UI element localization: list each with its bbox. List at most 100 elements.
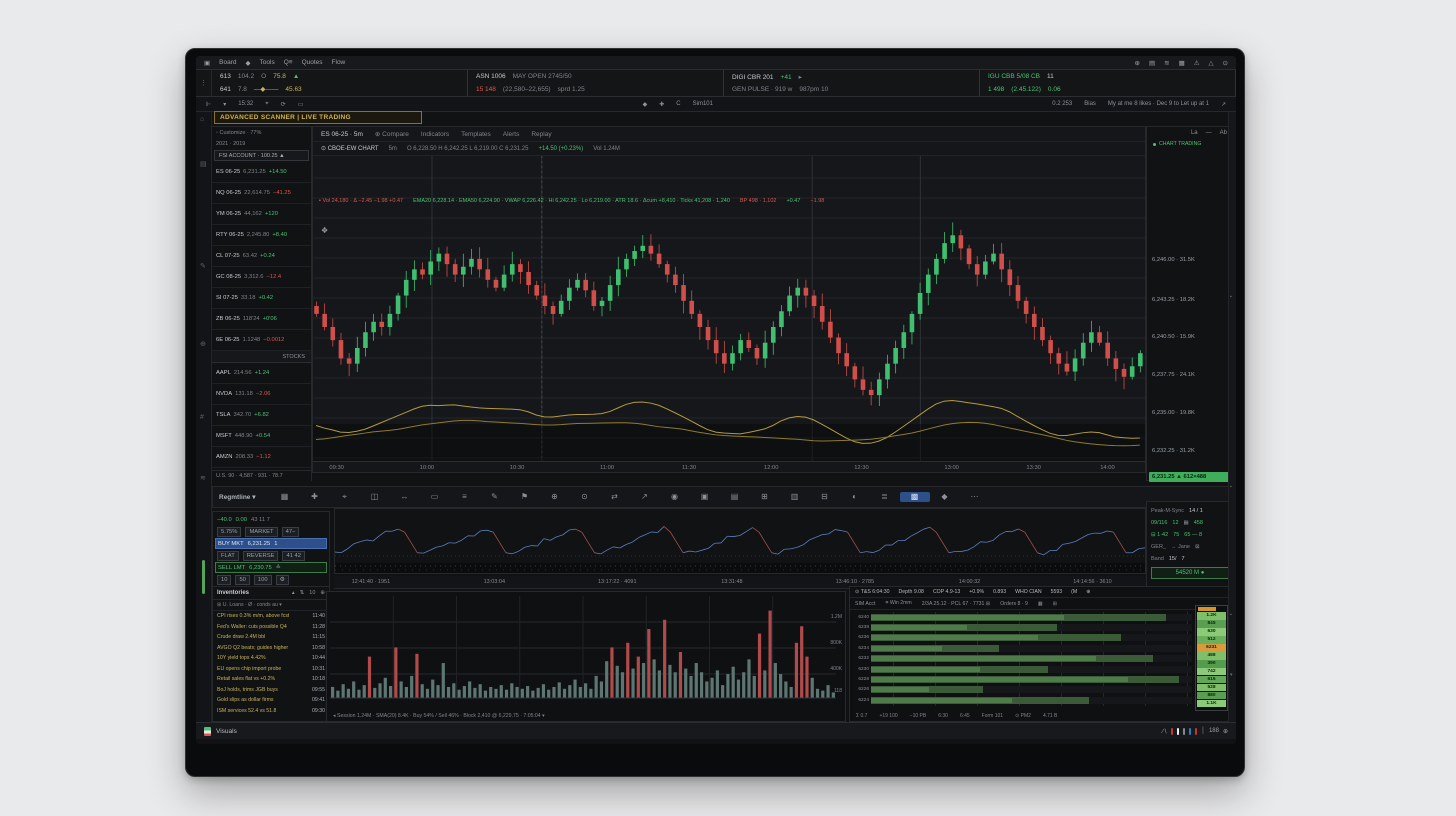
news-tool-icon[interactable]: ▴: [292, 590, 295, 596]
alerts-icon[interactable]: ⚠: [1194, 59, 1200, 67]
watchlist-row[interactable]: ZB 06-25118'24+0'06: [212, 309, 311, 330]
order-row[interactable]: 10 50 100 ⚙: [215, 574, 327, 585]
quote-list-icon[interactable]: Q≡: [284, 59, 293, 66]
dom-ladder[interactable]: 1.2K84563051262314883907426155288801.1K: [1195, 605, 1228, 711]
watchlist-column-header[interactable]: FSI ACCOUNT · 100.25 ▲: [214, 150, 309, 161]
order-value[interactable]: REVERSE: [243, 551, 279, 561]
toolbar-icon-17[interactable]: ▥: [780, 492, 810, 502]
depth-header-item[interactable]: 0.893: [993, 589, 1006, 595]
toolbar-icon-2[interactable]: ⌖: [330, 492, 360, 502]
toolbar-icon-4[interactable]: ↔: [390, 492, 420, 502]
news-row[interactable]: Fed's Waller: cuts possible Q411:28: [213, 622, 329, 633]
news-tool-icon[interactable]: ⊕: [320, 590, 325, 596]
dom-cell[interactable]: 880: [1197, 692, 1226, 700]
home-icon[interactable]: ⌂: [200, 116, 204, 123]
rail-mark[interactable]: ▪: [1230, 294, 1232, 300]
toolbar-item[interactable]: ▭: [298, 101, 304, 108]
visuals-icon[interactable]: [204, 727, 211, 736]
toolbar-icon-8[interactable]: ⚑: [510, 492, 540, 502]
chart-tab[interactable]: ES 06-25 · 5m: [321, 131, 363, 138]
chart-tab[interactable]: ⊕ Compare: [375, 130, 409, 138]
chart-settings-icon[interactable]: ❖: [321, 226, 328, 235]
toolbar-item[interactable]: Bias: [1084, 101, 1096, 107]
dom-cell[interactable]: 1.2K: [1197, 612, 1226, 620]
order-value[interactable]: 10: [217, 575, 231, 585]
toolbar-item[interactable]: ✚: [659, 101, 664, 108]
toolbar-icon-10[interactable]: ⊙: [570, 492, 600, 502]
watchlist-row[interactable]: AAPL214.56+1.24: [212, 363, 311, 384]
sell-button[interactable]: SELL LMT6,230.75≙: [215, 562, 327, 573]
toolbar-item[interactable]: ▾: [223, 101, 226, 108]
workspace-tab[interactable]: ADVANCED SCANNER | LIVE TRADING: [214, 111, 422, 124]
quote-cell[interactable]: DIGI CBR 201+41▸GEN PULSE · 919 w987pm 1…: [724, 70, 980, 96]
bottom-toolbar-label[interactable]: Regmtline ▾: [219, 493, 256, 501]
dom-cell[interactable]: 615: [1197, 676, 1226, 684]
watchlist-row[interactable]: NVDA131.18−2.06: [212, 384, 311, 405]
depth-subheader-item[interactable]: ⊞: [1053, 601, 1057, 607]
toolbar-icon-9[interactable]: ⊕: [540, 492, 570, 502]
depth-header-item[interactable]: WHO CIAN: [1015, 589, 1042, 595]
price-panel-icon[interactable]: —: [1206, 130, 1212, 136]
diamond-icon[interactable]: ◆: [246, 59, 251, 67]
add-icon[interactable]: ⊕: [1135, 59, 1140, 67]
watchlist-row[interactable]: 6E 06-251.1248−0.0012: [212, 330, 311, 351]
feed-icon[interactable]: ≋: [1164, 59, 1169, 67]
watchlist-row[interactable]: CL 07-2563.42+0.24: [212, 246, 311, 267]
toolbar-icon-19[interactable]: ◐: [840, 492, 870, 502]
volume-panel[interactable]: 1.2M800K400K118 ◂ Session 1.24M · SMA(20…: [326, 591, 846, 722]
watchlist-row[interactable]: ES 06-256,231.25+14.50: [212, 162, 311, 183]
rail-mark[interactable]: ▪: [1230, 484, 1232, 490]
tick-chart[interactable]: [334, 508, 1146, 574]
chart-tab[interactable]: Templates: [461, 131, 491, 138]
depth-subheader-item[interactable]: Orders 8 · 9: [1000, 601, 1028, 607]
watchlist-row[interactable]: AMZN208.33−1.12: [212, 447, 311, 468]
toolbar-item[interactable]: ⌖: [265, 101, 268, 108]
dom-cell[interactable]: 488: [1197, 652, 1226, 660]
order-value[interactable]: 5.75%: [217, 527, 241, 537]
dom-cell[interactable]: 528: [1197, 684, 1226, 692]
news-filter-bar[interactable]: ⊞ U. Loans · Ø · conds au ▾: [213, 600, 329, 611]
dom-cell[interactable]: 845: [1197, 620, 1226, 628]
rail-mark[interactable]: ▪: [1230, 612, 1232, 618]
order-value[interactable]: 50: [235, 575, 249, 585]
watchlist-row[interactable]: MSFT448.90+0.54: [212, 426, 311, 447]
toolbar-icon-1[interactable]: ✚: [300, 492, 330, 502]
menu-flow[interactable]: Flow: [332, 59, 346, 66]
toolbar-item[interactable]: Sim101: [693, 101, 713, 107]
toolbar-item[interactable]: ◆: [643, 101, 648, 108]
toolbar-icon-12[interactable]: ↗: [630, 492, 660, 502]
status-settings-icon[interactable]: ⊕: [1223, 728, 1228, 735]
toolbar-icon-5[interactable]: ▭: [420, 492, 450, 502]
current-price-tag[interactable]: 6,231.25 ▲ 612×488: [1149, 472, 1231, 482]
news-row[interactable]: 10Y yield tops 4.42%10:44: [213, 653, 329, 664]
toolbar-icon-7[interactable]: ✎: [480, 492, 510, 502]
news-row[interactable]: ISM services 52.4 vs 51.809:30: [213, 706, 329, 717]
depth-header-item[interactable]: ⊙ T&S 6:04:30: [855, 589, 890, 595]
up-icon[interactable]: △: [1209, 59, 1214, 67]
order-value[interactable]: 41 42: [282, 551, 305, 561]
depth-header-item[interactable]: Depth 9.08: [899, 589, 924, 595]
depth-subheader-item[interactable]: ▦: [1038, 601, 1043, 607]
dom-cell[interactable]: 1.1K: [1197, 700, 1226, 708]
depth-header-item[interactable]: COP 4.9-13: [933, 589, 960, 595]
order-value[interactable]: 100: [254, 575, 272, 585]
chart-tab[interactable]: Alerts: [503, 131, 520, 138]
toolbar-item[interactable]: ⟳: [281, 101, 286, 108]
toolbar-item[interactable]: ⊩: [206, 101, 211, 108]
record-icon[interactable]: ⊙: [1223, 59, 1228, 67]
dom-cell[interactable]: 6231: [1197, 644, 1226, 652]
order-value[interactable]: FLAT: [217, 551, 239, 561]
toolbar-icon-20[interactable]: ≣: [870, 492, 900, 502]
toolbar-item[interactable]: 0.2 253: [1052, 101, 1072, 107]
order-value[interactable]: ⚙: [276, 575, 289, 585]
watchlist-row[interactable]: NQ 06-2522,614.75−41.25: [212, 183, 311, 204]
right-scroll-rail[interactable]: ▪▪▪▾: [1228, 112, 1236, 722]
price-panel-icon[interactable]: La: [1191, 130, 1198, 136]
chart-trading-mode[interactable]: CHART TRADING: [1147, 139, 1233, 149]
order-value[interactable]: 47–: [282, 527, 300, 537]
toolbar-icon-14[interactable]: ▣: [690, 492, 720, 502]
news-row[interactable]: EU opens chip import probe10:31: [213, 664, 329, 675]
news-row[interactable]: Crude draw 2.4M bbl11:15: [213, 632, 329, 643]
grid-icon[interactable]: ▦: [1179, 59, 1185, 67]
news-tool-icon[interactable]: 10: [309, 590, 315, 596]
